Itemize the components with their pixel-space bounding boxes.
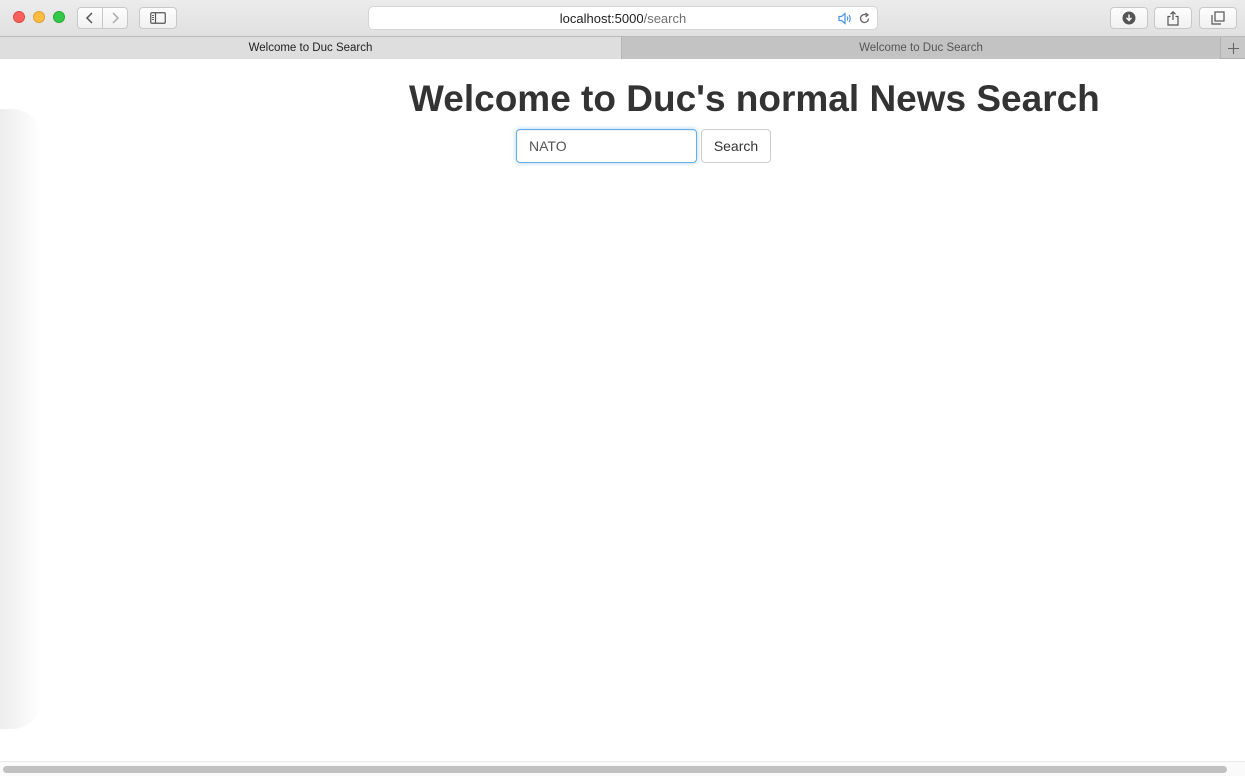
url-path: /search bbox=[643, 11, 687, 26]
plus-icon bbox=[1227, 42, 1239, 54]
tab-bar: Welcome to Duc Search Welcome to Duc Sea… bbox=[0, 36, 1245, 59]
tab-overview-button[interactable] bbox=[1199, 7, 1237, 29]
share-icon bbox=[1167, 10, 1179, 26]
tab-welcome-inactive[interactable]: Welcome to Duc Search bbox=[622, 37, 1220, 59]
page-content: Welcome to Duc's normal News Search Sear… bbox=[0, 59, 1245, 761]
search-input[interactable] bbox=[516, 129, 697, 163]
swipe-edge-shadow bbox=[0, 109, 42, 729]
close-window-button[interactable] bbox=[13, 11, 25, 23]
horizontal-scrollbar[interactable] bbox=[0, 761, 1245, 776]
chevron-left-icon bbox=[85, 12, 93, 24]
minimize-window-button[interactable] bbox=[33, 11, 45, 23]
url-host: localhost:5000 bbox=[559, 11, 644, 26]
reload-icon[interactable] bbox=[858, 12, 871, 25]
url-text: localhost:5000/search bbox=[369, 11, 877, 26]
search-button[interactable]: Search bbox=[701, 129, 771, 163]
address-bar[interactable]: localhost:5000/search bbox=[368, 6, 878, 30]
downloads-button[interactable] bbox=[1110, 7, 1148, 29]
sidebar-icon bbox=[150, 12, 166, 24]
download-icon bbox=[1122, 11, 1136, 25]
chevron-right-icon bbox=[112, 12, 120, 24]
share-button[interactable] bbox=[1154, 7, 1192, 29]
tab-welcome-active[interactable]: Welcome to Duc Search bbox=[0, 37, 622, 59]
tabs-overview-icon bbox=[1211, 11, 1225, 25]
new-tab-button[interactable] bbox=[1220, 37, 1245, 59]
maximize-window-button[interactable] bbox=[53, 11, 65, 23]
sidebar-toggle-button[interactable] bbox=[139, 7, 177, 29]
speaker-icon[interactable] bbox=[838, 12, 853, 25]
page-title: Welcome to Duc's normal News Search bbox=[409, 78, 1100, 119]
horizontal-scrollbar-thumb[interactable] bbox=[3, 766, 1227, 773]
browser-window: localhost:5000/search Welcome to Duc Sea… bbox=[0, 0, 1245, 776]
browser-toolbar: localhost:5000/search bbox=[0, 0, 1245, 36]
forward-button[interactable] bbox=[102, 7, 128, 29]
back-button[interactable] bbox=[77, 7, 103, 29]
